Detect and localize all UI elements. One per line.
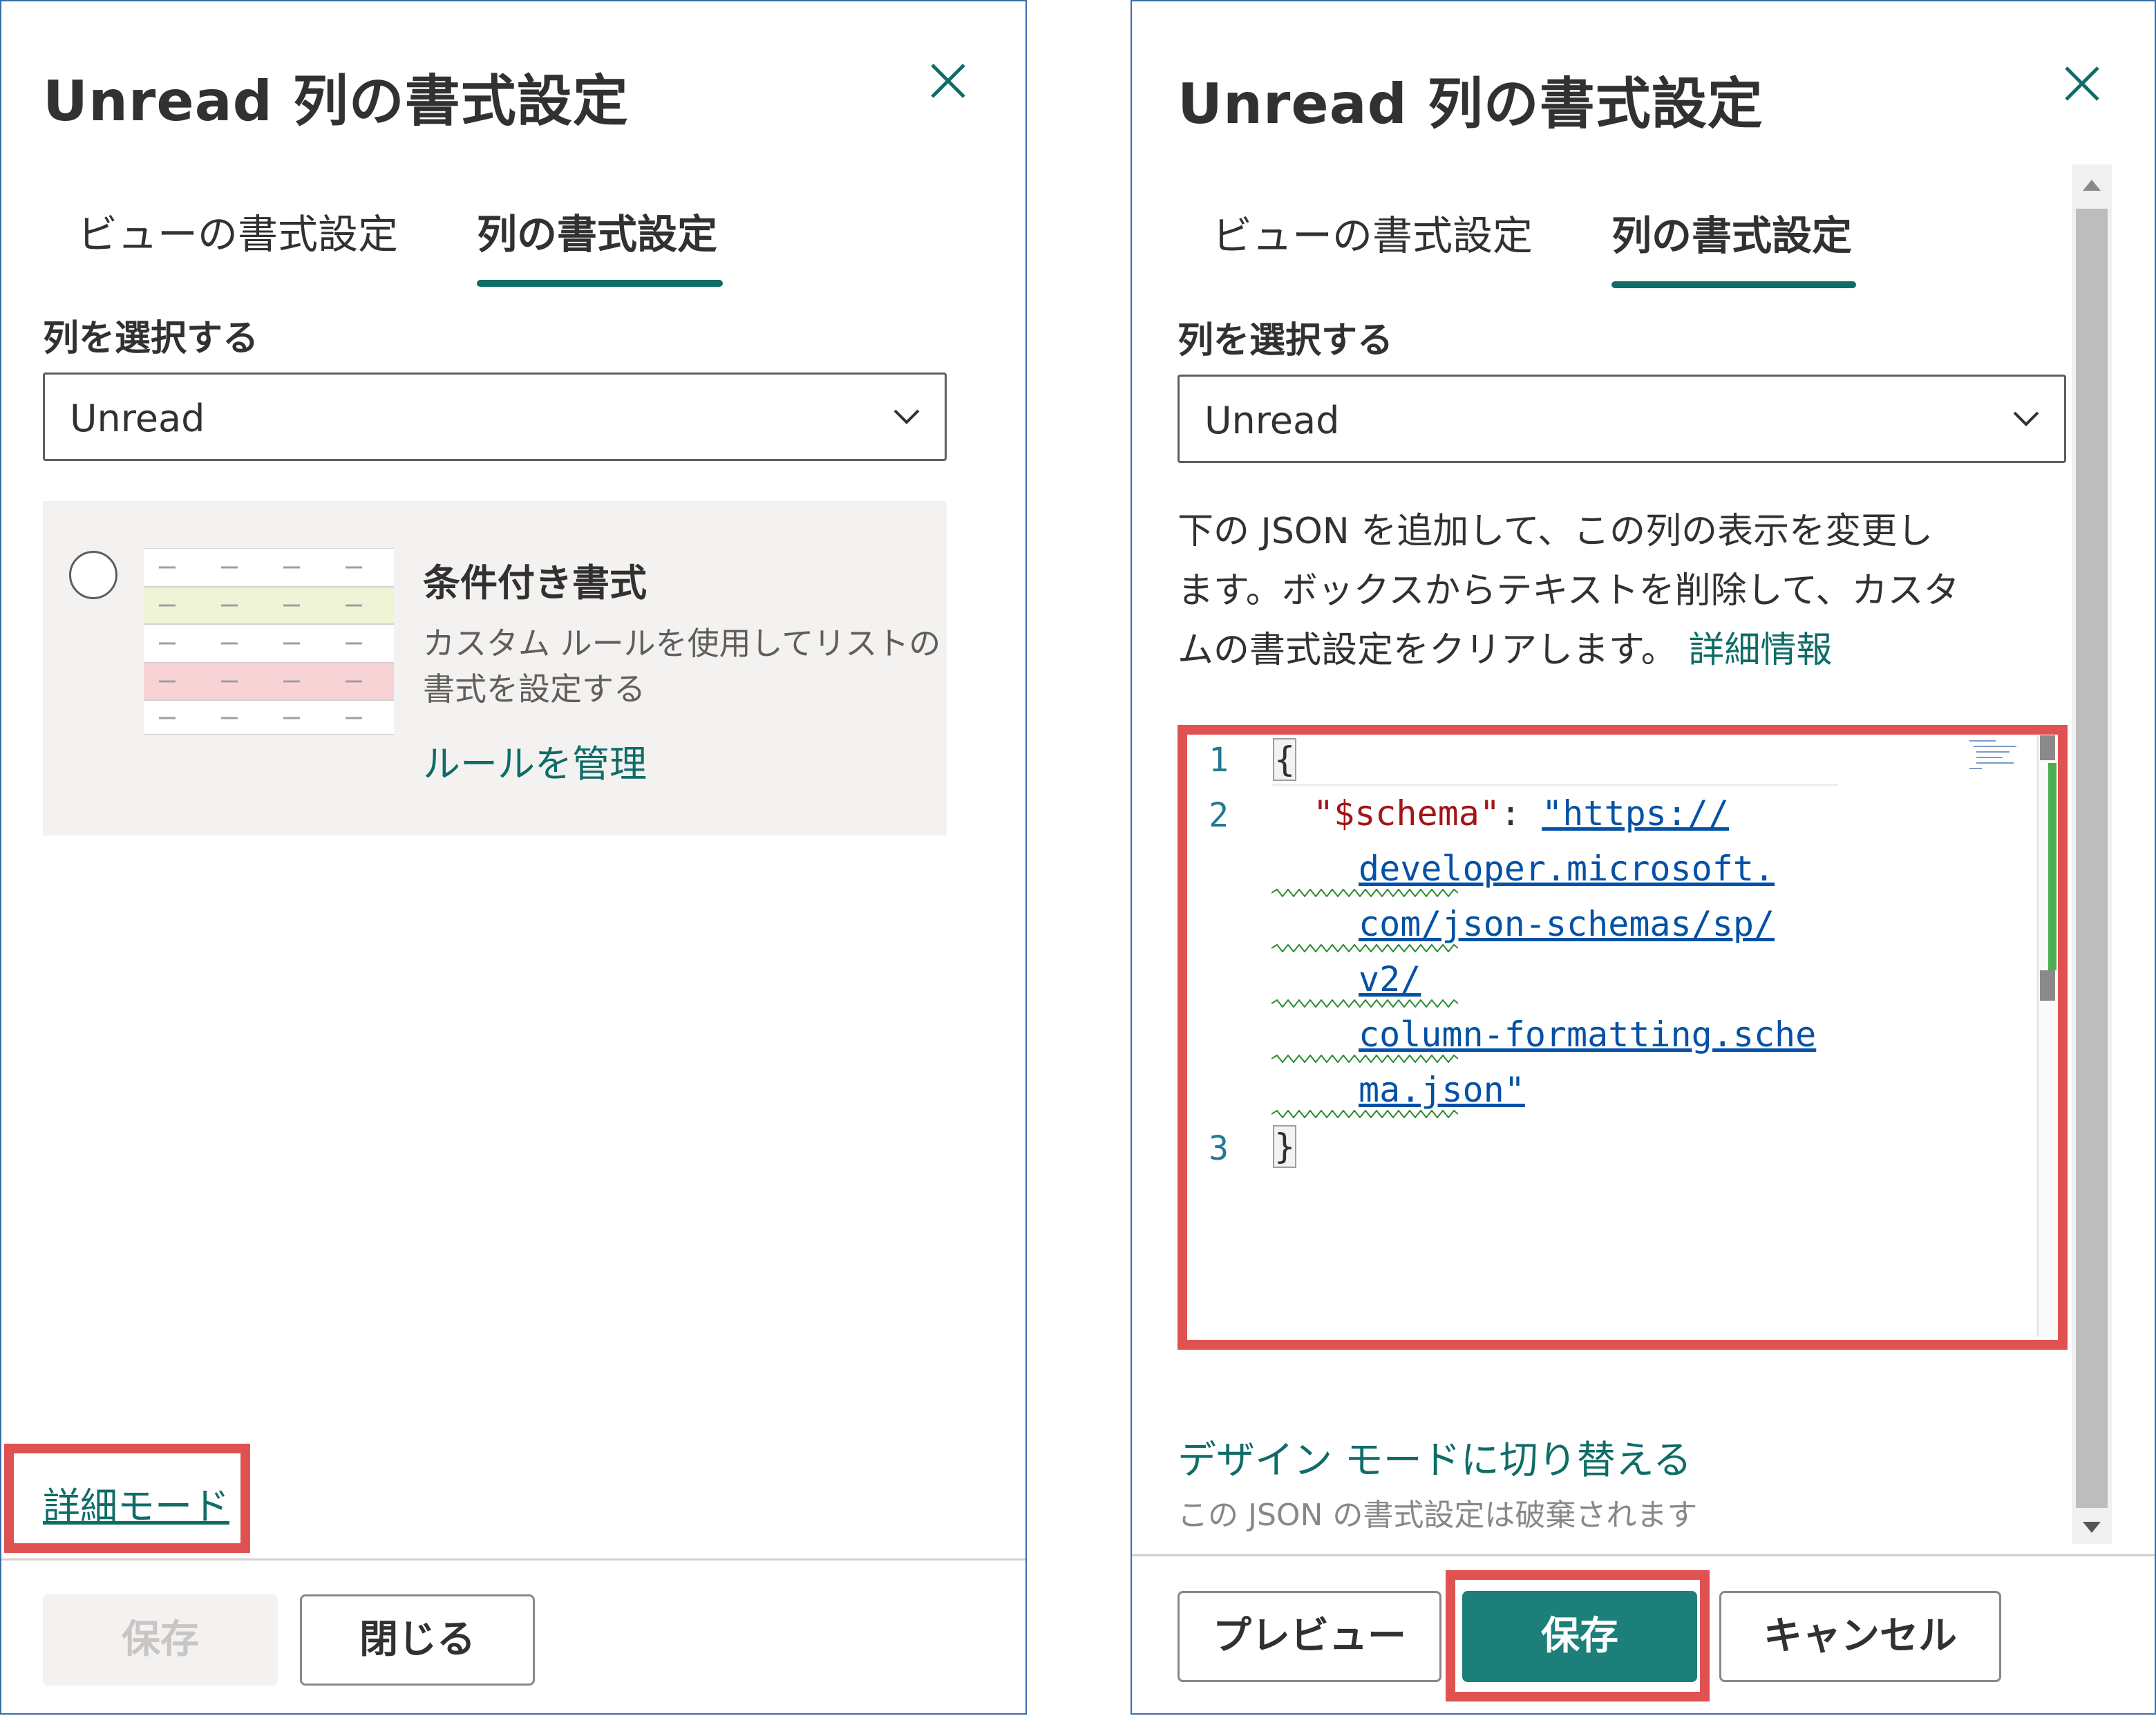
panel-scrollbar[interactable] [2072,164,2112,1544]
preview-button[interactable]: プレビュー [1178,1591,1441,1682]
chevron-down-icon [893,409,920,424]
line-number: 3 [1209,1129,1229,1168]
select-column-label: 列を選択する [43,318,259,359]
tab-column-formatting[interactable]: 列の書式設定 [1611,203,1852,261]
cancel-button[interactable]: キャンセル [1719,1591,2001,1682]
panel-title: Unread 列の書式設定 [1178,72,1763,136]
open-brace: { [1273,738,1297,781]
line-number: 1 [1209,741,1229,780]
option-description-line1: カスタム ルールを使用してリストの [423,625,941,662]
design-mode-note: この JSON の書式設定は破棄されます [1178,1498,1698,1533]
scroll-up-arrow-icon[interactable] [2081,177,2102,194]
warning-squiggle [1271,1110,1458,1118]
active-tab-indicator [477,280,723,287]
json-value-line-2: developer.microsoft. [1359,849,1775,889]
select-column-label: 列を選択する [1178,320,1394,361]
column-select-value: Unread [70,397,205,440]
editor-scrollbar[interactable] [2037,735,2058,1337]
json-value-line-4: v2/ [1359,959,1421,999]
close-icon[interactable] [924,57,972,105]
advanced-mode-link[interactable]: 詳細モード [43,1475,229,1530]
close-brace: } [1273,1125,1297,1168]
warning-squiggle [1271,889,1458,897]
scrollbar-thumb[interactable] [2076,209,2108,1508]
footer-divider [1,1558,1025,1561]
code-minimap[interactable] [1968,738,2030,770]
json-description: 下の JSON を追加して、この列の表示を変更し ます。ボックスからテキストを削… [1178,502,2076,680]
column-select-value: Unread [1204,399,1340,442]
switch-design-mode-link[interactable]: デザイン モードに切り替える [1178,1429,1692,1485]
column-select-dropdown[interactable]: Unread [43,373,947,461]
column-select-dropdown[interactable]: Unread [1178,375,2066,463]
json-code-editor[interactable]: 1 2 3 { "$schema": "https:// developer.m… [1187,735,2058,1337]
tab-view-formatting[interactable]: ビューの書式設定 [77,202,398,260]
json-description-line3: ムの書式設定をクリアします。 詳細情報 [1178,621,2076,680]
save-button[interactable]: 保存 [1462,1591,1697,1682]
json-value-line-5: column-formatting.sche [1359,1015,1817,1055]
editor-change-marker [2048,763,2056,970]
scroll-down-arrow-icon[interactable] [2081,1519,2102,1536]
json-value-line-3: com/json-schemas/sp/ [1359,904,1775,944]
json-value-line-6: ma.json" [1359,1070,1525,1110]
close-button[interactable]: 閉じる [300,1594,535,1686]
conditional-formatting-option[interactable]: 条件付き書式 カスタム ルールを使用してリストの 書式を設定する ルールを管理 [43,501,947,836]
tab-column-formatting[interactable]: 列の書式設定 [477,202,717,260]
close-icon[interactable] [2058,59,2106,108]
format-column-panel-advanced: Unread 列の書式設定 ビューの書式設定 列の書式設定 列を選択する Unr… [1131,0,2156,1715]
json-value-line-1: "https:// [1542,793,1730,833]
warning-squiggle [1271,999,1458,1008]
option-title: 条件付き書式 [423,561,647,605]
learn-more-link[interactable]: 詳細情報 [1688,630,1832,671]
line-number: 2 [1209,796,1229,835]
option-description-line2: 書式を設定する [423,670,645,708]
panel-title: Unread 列の書式設定 [43,69,629,133]
manage-rules-link[interactable]: ルールを管理 [423,733,647,788]
editor-cursor-marker [2040,970,2055,1001]
json-description-line1: 下の JSON を追加して、この列の表示を変更し [1178,511,1933,552]
warning-squiggle [1271,1055,1458,1063]
format-column-panel-simple: Unread 列の書式設定 ビューの書式設定 列の書式設定 列を選択する Unr… [0,0,1027,1715]
save-button-disabled[interactable]: 保存 [43,1594,278,1686]
json-key: "$schema" [1313,793,1500,833]
warning-squiggle [1271,944,1458,952]
conditional-formatting-radio[interactable] [69,551,117,599]
current-line-highlight [1271,735,1838,786]
conditional-formatting-thumbnail-icon [144,548,394,735]
editor-scroll-marker [2040,735,2055,760]
active-tab-indicator [1611,281,1856,288]
json-description-line2: ます。ボックスからテキストを削除して、カスタ [1178,570,1960,612]
tab-view-formatting[interactable]: ビューの書式設定 [1212,203,1533,261]
json-colon: : [1500,793,1522,833]
chevron-down-icon [2013,411,2039,426]
json-description-line3-text: ムの書式設定をクリアします。 [1178,630,1677,671]
footer-divider [1132,1554,2155,1556]
json-key-line: "$schema": "https:// [1313,793,1729,833]
